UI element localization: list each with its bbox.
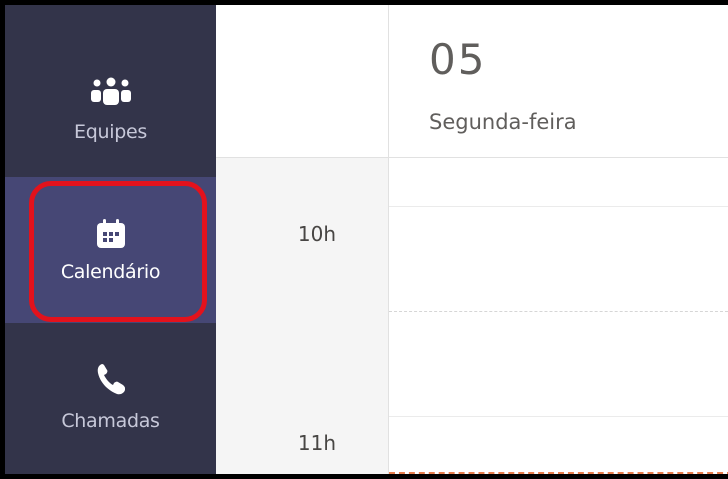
rail-item-teams[interactable]: Equipes bbox=[5, 65, 216, 165]
rail-item-label: Calendário bbox=[60, 261, 161, 283]
rail-item-label: Chamadas bbox=[61, 410, 160, 432]
app-window: Equipes Calendário Chamadas 10h 11h 05 S… bbox=[0, 0, 728, 479]
day-number: 05 bbox=[429, 35, 487, 84]
hour-label: 10h bbox=[297, 222, 336, 246]
hour-label: 11h bbox=[297, 431, 336, 455]
rail-item-calls[interactable]: Chamadas bbox=[5, 345, 216, 455]
rail-item-calendar[interactable]: Calendário bbox=[5, 177, 216, 323]
teams-icon bbox=[90, 77, 131, 105]
phone-icon bbox=[97, 364, 125, 395]
hour-gridline bbox=[389, 416, 728, 417]
rail-item-label: Equipes bbox=[74, 121, 147, 143]
half-hour-gridline bbox=[389, 311, 728, 312]
day-header[interactable]: 05 Segunda-feira bbox=[389, 5, 728, 158]
day-name: Segunda-feira bbox=[429, 110, 577, 134]
hour-gridline bbox=[389, 206, 728, 207]
calendar-icon bbox=[96, 219, 125, 248]
app-rail: Equipes Calendário Chamadas bbox=[5, 5, 216, 474]
current-time-line bbox=[389, 472, 728, 474]
day-grid[interactable] bbox=[389, 158, 728, 474]
